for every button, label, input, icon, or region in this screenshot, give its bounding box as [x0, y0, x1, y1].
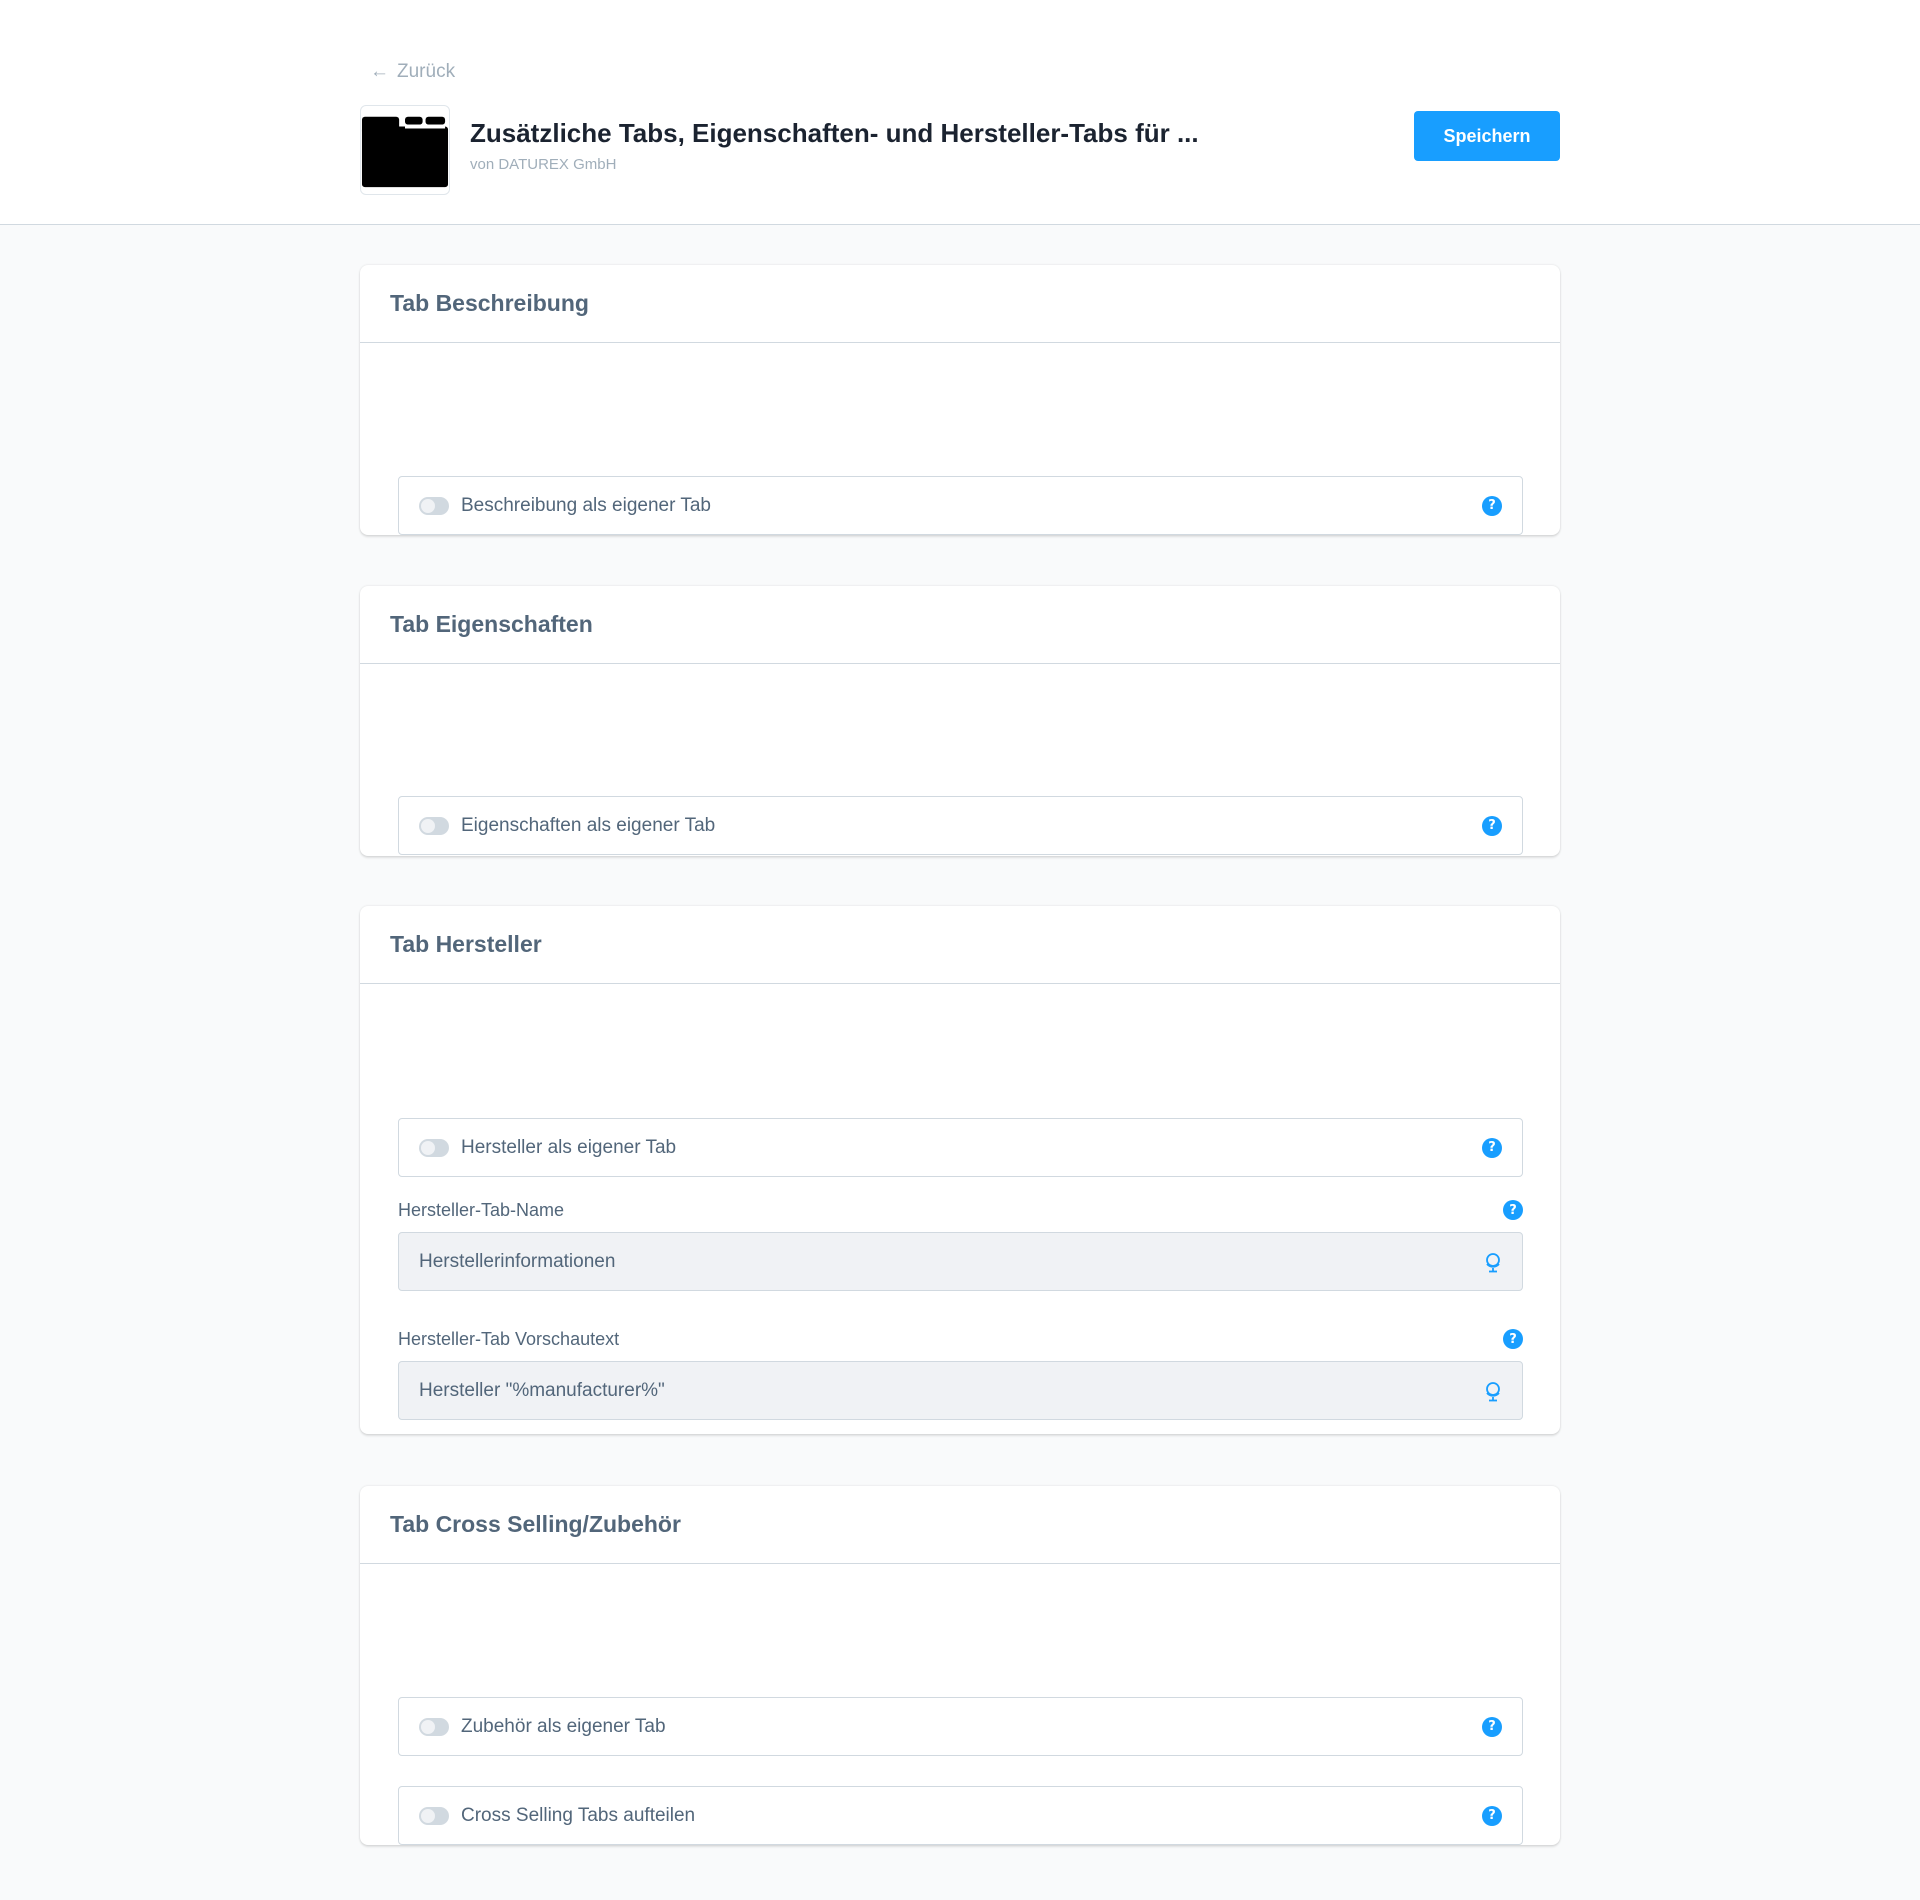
card-tab-eigenschaften: Tab Eigenschaften Eigenschaften als eige… — [360, 586, 1560, 856]
toggle-switch[interactable] — [419, 1138, 449, 1157]
arrow-left-icon: ← — [370, 61, 389, 82]
globe-icon[interactable] — [1482, 1251, 1504, 1273]
card-title: Tab Eigenschaften — [390, 611, 593, 637]
card-tab-cross-selling: Tab Cross Selling/Zubehör Zubehör als ei… — [360, 1486, 1560, 1845]
help-icon[interactable]: ? — [1503, 1200, 1523, 1220]
card-header: Tab Cross Selling/Zubehör — [360, 1486, 1560, 1564]
switch-eigenschaften[interactable]: Eigenschaften als eigener Tab ? — [398, 796, 1523, 855]
switch-label: Hersteller als eigener Tab — [461, 1136, 677, 1158]
tab-name-field[interactable] — [398, 1232, 1523, 1291]
field-label-preview-text: Hersteller-Tab Vorschautext — [398, 1328, 620, 1349]
switch-label: Cross Selling Tabs aufteilen — [461, 1804, 696, 1826]
switch-label: Eigenschaften als eigener Tab — [461, 814, 716, 836]
card-title: Tab Hersteller — [390, 931, 542, 957]
back-label: Zurück — [397, 61, 456, 82]
field-label-row: Hersteller-Tab Vorschautext ? — [398, 1327, 1523, 1351]
card-header: Tab Beschreibung — [360, 265, 1560, 343]
card-tab-hersteller: Tab Hersteller Hersteller als eigener Ta… — [360, 906, 1560, 1434]
help-icon[interactable]: ? — [1482, 1805, 1502, 1826]
toggle-switch[interactable] — [419, 1717, 449, 1736]
page-header: ← Zurück Zusätzliche Tabs, Eigenschaften… — [0, 0, 1920, 225]
switch-label: Beschreibung als eigener Tab — [461, 494, 711, 516]
preview-text-field[interactable] — [398, 1361, 1523, 1420]
card-header: Tab Eigenschaften — [360, 586, 1560, 664]
field-label-tab-name: Hersteller-Tab-Name — [398, 1199, 565, 1220]
card-tab-beschreibung: Tab Beschreibung Beschreibung als eigene… — [360, 265, 1560, 535]
help-icon[interactable]: ? — [1482, 495, 1502, 516]
switch-beschreibung[interactable]: Beschreibung als eigener Tab ? — [398, 476, 1523, 535]
back-link[interactable]: ← Zurück — [370, 60, 455, 84]
vendor-name: von DATUREX GmbH — [470, 156, 617, 173]
preview-text-input[interactable] — [419, 1379, 1482, 1402]
toggle-switch[interactable] — [419, 496, 449, 515]
tab-name-input[interactable] — [419, 1250, 1482, 1273]
switch-label: Zubehör als eigener Tab — [461, 1715, 666, 1737]
save-button[interactable]: Speichern — [1414, 111, 1560, 161]
globe-icon[interactable] — [1482, 1380, 1504, 1402]
help-icon[interactable]: ? — [1482, 815, 1502, 836]
switch-cross-selling[interactable]: Cross Selling Tabs aufteilen ? — [398, 1786, 1523, 1845]
switch-zubehoer[interactable]: Zubehör als eigener Tab ? — [398, 1697, 1523, 1756]
field-label-row: Hersteller-Tab-Name ? — [398, 1198, 1523, 1222]
toggle-switch[interactable] — [419, 1806, 449, 1825]
help-icon[interactable]: ? — [1482, 1716, 1502, 1737]
card-header: Tab Hersteller — [360, 906, 1560, 984]
card-title: Tab Beschreibung — [390, 290, 589, 316]
switch-hersteller[interactable]: Hersteller als eigener Tab ? — [398, 1118, 1523, 1177]
app-icon — [360, 105, 450, 195]
toggle-switch[interactable] — [419, 816, 449, 835]
help-icon[interactable]: ? — [1482, 1137, 1502, 1158]
folder-icon — [361, 116, 449, 188]
help-icon[interactable]: ? — [1503, 1329, 1523, 1349]
page-title: Zusätzliche Tabs, Eigenschaften- und Her… — [470, 118, 1199, 148]
card-title: Tab Cross Selling/Zubehör — [390, 1511, 681, 1537]
